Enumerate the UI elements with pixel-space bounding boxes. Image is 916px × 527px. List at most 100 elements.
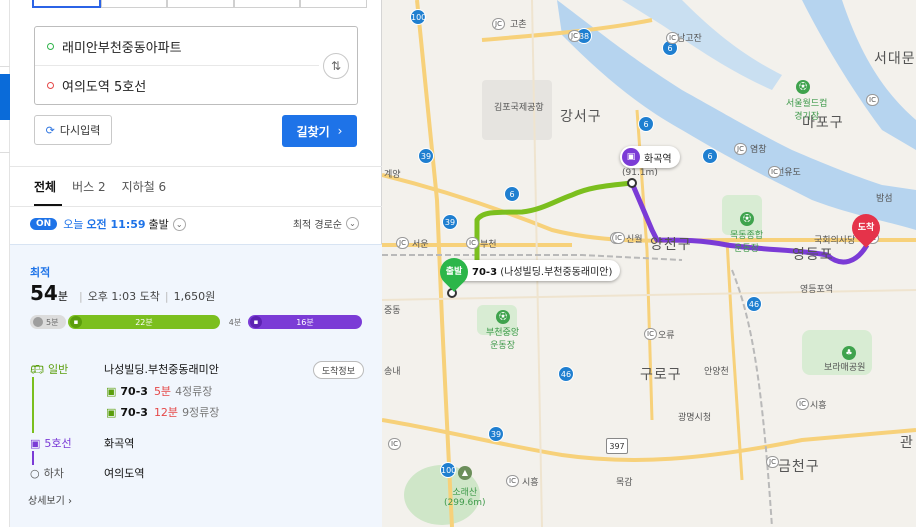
place-label: 영등포역 xyxy=(800,285,834,295)
arrival-time: 오후 1:03 도착 xyxy=(87,290,160,303)
origin-field[interactable]: 래미안부천중동아파트 xyxy=(35,27,319,66)
bus-line-item[interactable]: ▣ 70-3 12분 9정류장 xyxy=(106,404,219,420)
bus-line-item[interactable]: ▣ 70-3 5분 4정류장 xyxy=(106,383,212,399)
bus-number: 70-3 xyxy=(120,405,148,419)
alight-circle-icon: ○ xyxy=(30,466,40,480)
mode-tab-more[interactable] xyxy=(300,0,367,8)
route-segment-bar: 5분 ▪ 22분 4분 ▪ 16분 xyxy=(30,315,362,329)
result-filter-tabs: 전체 버스 2 지하철 6 xyxy=(34,178,182,195)
map-view[interactable]: 강서구 마포구 서대문 양천구 영등포 구로구 금천구 관 김포국제공항 고촌 … xyxy=(382,0,916,527)
place-label: 부천 xyxy=(480,240,497,250)
national-road-shield-icon: 397 xyxy=(606,438,628,454)
destination-text: 여의도역 5호선 xyxy=(62,80,147,95)
section-divider xyxy=(10,206,382,207)
bus-stops-count: 9정류장 xyxy=(182,406,220,419)
junction-badge: JC xyxy=(396,237,409,249)
junction-badge: JC xyxy=(492,18,505,30)
subway-leg-type: ▣ 5호선 xyxy=(30,435,104,451)
left-gutter xyxy=(0,0,10,527)
sort-label: 최적 경로순 xyxy=(292,220,342,231)
junction-badge: IC xyxy=(388,438,401,450)
place-label: 국회의사당 xyxy=(814,236,856,246)
transfer-station-chip[interactable]: ▣ 화곡역 xyxy=(620,146,680,168)
route-result-card[interactable]: 최적 54 분 | 오후 1:03 도착 | 1,650원 5분 ▪ 22분 4… xyxy=(10,244,382,527)
subway-icon: ▣ xyxy=(622,148,640,166)
junction-badge: IC xyxy=(866,94,879,106)
walk-segment: 5분 xyxy=(30,315,66,329)
highway-shield-icon: 6 xyxy=(638,116,654,132)
chevron-right-icon: › xyxy=(68,496,72,507)
highway-shield-icon: 6 xyxy=(702,148,718,164)
junction-badge: IC xyxy=(506,475,519,487)
place-label: 오류 xyxy=(658,331,675,341)
tab-subway[interactable]: 지하철 6 xyxy=(122,178,167,195)
bus-icon: ▪ xyxy=(70,316,82,328)
end-pin[interactable]: 도착 xyxy=(846,208,886,248)
leg-bus: 🚌︎ 일반 나성빌딩.부천중동래미안 xyxy=(30,361,219,377)
bus-icon: ▣ xyxy=(106,405,117,419)
destination-field[interactable]: 여의도역 5호선 xyxy=(35,66,319,105)
bus-leg-type: 🚌︎ 일반 xyxy=(30,361,104,377)
toggle-on-badge[interactable]: ON xyxy=(30,218,58,230)
sort-dropdown[interactable]: 최적 경로순 ⌄ xyxy=(293,216,359,231)
bus-stops-count: 4정류장 xyxy=(175,385,213,398)
poi-label: 소래산 (299.6m) xyxy=(444,488,486,508)
place-label: 보라매공원 xyxy=(824,363,866,373)
destination-dot-icon xyxy=(47,82,54,89)
place-label: 신월 xyxy=(626,235,643,245)
gutter-divider xyxy=(0,66,10,67)
arrival-info-button[interactable]: 도착정보 xyxy=(312,361,364,379)
junction-badge: JC xyxy=(734,143,747,155)
detail-view-link[interactable]: 상세보기 › xyxy=(28,492,72,507)
chevron-down-icon: ⌄ xyxy=(346,217,359,230)
park-icon: ♣ xyxy=(842,346,856,360)
tab-all[interactable]: 전체 xyxy=(34,178,56,195)
road xyxy=(725,239,744,481)
mode-tab-bike[interactable] xyxy=(233,0,301,8)
highway-shield-icon: 100 xyxy=(440,462,456,478)
highway-shield-icon: 39 xyxy=(418,148,434,164)
fare: 1,650원 xyxy=(173,290,216,303)
junction-badge: JC xyxy=(766,456,779,468)
junction-badge: IC xyxy=(466,237,479,249)
mode-tab-transit[interactable] xyxy=(32,0,101,8)
district-label: 영등포 xyxy=(792,247,834,263)
reset-button[interactable]: ⟳ 다시입력 xyxy=(34,115,112,145)
mountain-icon: ▲ xyxy=(458,466,472,480)
directions-panel: 래미안부천중동아파트 여의도역 5호선 ⇅ ⟳ 다시입력 길찾기 › 전체 버스… xyxy=(10,0,382,527)
place-label: 시흥 xyxy=(810,401,827,411)
detail-label: 상세보기 xyxy=(28,496,65,507)
end-pin-label: 도착 xyxy=(857,223,875,233)
subway-icon: ▣ xyxy=(30,436,41,450)
chevron-right-icon: › xyxy=(337,124,343,138)
start-pin[interactable]: 출발 xyxy=(434,252,474,292)
chevron-down-icon[interactable]: ⌄ xyxy=(172,217,186,231)
reset-label: 다시입력 xyxy=(59,124,101,137)
junction-badge: IC xyxy=(666,32,679,44)
poi-label: 부천중앙 운동장 xyxy=(486,328,520,351)
highway-shield-icon: 46 xyxy=(558,366,574,382)
subway-station-name: 화곡역 xyxy=(104,437,135,450)
junction-badge: IC xyxy=(612,232,625,244)
alight-station-name: 여의도역 xyxy=(104,467,145,480)
district-label: 양천구 xyxy=(650,237,692,253)
search-route-button[interactable]: 길찾기 › xyxy=(282,115,357,147)
bus-icon: ▣ xyxy=(106,384,117,398)
bus-number: 70-3 xyxy=(120,384,148,398)
duration-unit: 분 xyxy=(57,290,68,303)
alight-leg-type: ○ 하차 xyxy=(30,465,104,481)
swap-direction-button[interactable]: ⇅ xyxy=(323,53,349,79)
bus-stop-chip[interactable]: 70-3 (나성빌딩.부천중동래미안) xyxy=(452,260,621,281)
best-route-badge: 최적 xyxy=(30,266,51,279)
departure-time[interactable]: 오전 11:59 xyxy=(86,216,145,232)
mode-tab-walk[interactable] xyxy=(167,0,234,8)
tab-bus[interactable]: 버스 2 xyxy=(72,178,106,195)
bus-stop-name: 나성빌딩.부천중동래미안 xyxy=(104,363,219,376)
route-summary: 54 분 | 오후 1:03 도착 | 1,650원 xyxy=(30,281,215,305)
start-pin-label: 출발 xyxy=(445,267,463,277)
district-label: 구로구 xyxy=(640,367,682,383)
mode-tab-car[interactable] xyxy=(100,0,168,8)
origin-text: 래미안부천중동아파트 xyxy=(62,40,182,56)
bus-chip-number: 70-3 xyxy=(472,267,498,278)
district-label: 관 xyxy=(900,435,914,451)
